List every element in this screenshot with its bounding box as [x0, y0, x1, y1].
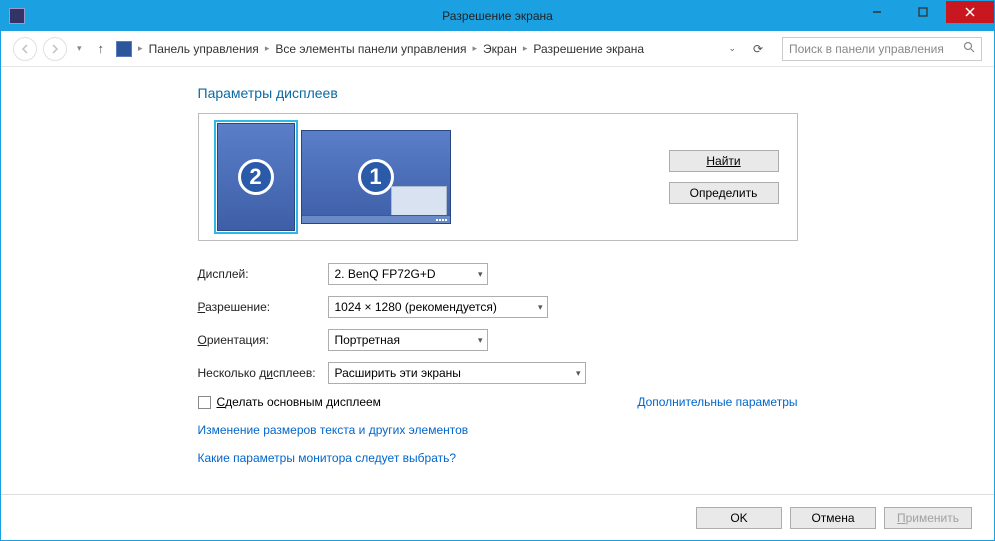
forward-button[interactable]	[43, 37, 67, 61]
display-label: Дисплей:	[198, 267, 328, 281]
minimize-button[interactable]	[854, 1, 900, 23]
cancel-button[interactable]: Отмена	[790, 507, 876, 529]
maximize-button[interactable]	[900, 1, 946, 23]
app-icon	[9, 8, 25, 24]
close-button[interactable]	[946, 1, 994, 23]
advanced-settings-link[interactable]: Дополнительные параметры	[637, 395, 797, 409]
chevron-down-icon: ▾	[538, 302, 543, 313]
breadcrumb-item[interactable]: Панель управления	[149, 42, 259, 56]
dialog-footer: OK Отмена Применить	[1, 494, 994, 540]
back-button[interactable]	[13, 37, 37, 61]
page-heading: Параметры дисплеев	[198, 85, 798, 101]
preview-buttons: Найти Определить	[669, 150, 779, 204]
breadcrumb-sep-icon: ▸	[523, 43, 528, 54]
toolbar: ▾ ↑ ▸ Панель управления ▸ Все элементы п…	[1, 31, 994, 67]
monitor-1[interactable]: 1	[301, 130, 451, 224]
taskbar-icon	[302, 215, 450, 223]
display-preview: 2 1 Найти Определить	[198, 113, 798, 241]
which-settings-link[interactable]: Какие параметры монитора следует выбрать…	[198, 451, 798, 465]
multi-display-select[interactable]: Расширить эти экраны ▾	[328, 362, 586, 384]
control-panel-icon	[116, 41, 132, 57]
make-primary-checkbox[interactable]	[198, 396, 211, 409]
breadcrumb: ▸ Панель управления ▸ Все элементы панел…	[116, 41, 714, 57]
chevron-down-icon: ▾	[576, 368, 581, 379]
resolution-value: 1024 × 1280 (рекомендуется)	[335, 300, 497, 314]
resolution-label: Разрешение:	[198, 300, 328, 314]
breadcrumb-sep-icon: ▸	[265, 43, 270, 54]
breadcrumb-sep-icon: ▸	[472, 43, 477, 54]
window-controls	[854, 1, 994, 31]
orientation-label: Ориентация:	[198, 333, 328, 347]
multi-display-label: Несколько дисплеев:	[198, 366, 328, 380]
chevron-down-icon: ▾	[478, 335, 483, 346]
window-title: Разрешение экрана	[442, 9, 553, 23]
display-select[interactable]: 2. BenQ FP72G+D ▾	[328, 263, 488, 285]
address-dropdown-icon[interactable]: ⌄	[728, 43, 736, 54]
breadcrumb-item[interactable]: Экран	[483, 42, 517, 56]
search-input[interactable]: Поиск в панели управления	[782, 37, 982, 61]
history-dropdown-icon[interactable]: ▾	[77, 43, 82, 54]
monitor-number: 1	[358, 159, 394, 195]
search-placeholder: Поиск в панели управления	[789, 42, 944, 56]
multi-display-value: Расширить эти экраны	[335, 366, 461, 380]
resolution-select[interactable]: 1024 × 1280 (рекомендуется) ▾	[328, 296, 548, 318]
monitors-group[interactable]: 2 1	[217, 123, 451, 231]
chevron-down-icon: ▾	[478, 269, 483, 280]
text-size-link[interactable]: Изменение размеров текста и других элеме…	[198, 423, 798, 437]
breadcrumb-item[interactable]: Все элементы панели управления	[275, 42, 466, 56]
apply-button[interactable]: Применить	[884, 507, 972, 529]
orientation-value: Портретная	[335, 333, 400, 347]
identify-button[interactable]: Определить	[669, 182, 779, 204]
window-frame: Разрешение экрана ▾ ↑ ▸ Панель управлени…	[0, 0, 995, 541]
refresh-button[interactable]: ⟳	[750, 42, 766, 56]
breadcrumb-item[interactable]: Разрешение экрана	[533, 42, 644, 56]
up-button[interactable]: ↑	[98, 41, 105, 56]
titlebar[interactable]: Разрешение экрана	[1, 1, 994, 31]
make-primary-label: Сделать основным дисплеем	[217, 395, 381, 409]
search-icon	[963, 41, 975, 56]
monitor-2[interactable]: 2	[217, 123, 295, 231]
content-area: Параметры дисплеев 2 1 Найти	[1, 67, 994, 494]
monitor-number: 2	[238, 159, 274, 195]
orientation-select[interactable]: Портретная ▾	[328, 329, 488, 351]
detect-button[interactable]: Найти	[669, 150, 779, 172]
ok-button[interactable]: OK	[696, 507, 782, 529]
breadcrumb-sep-icon: ▸	[138, 43, 143, 54]
display-value: 2. BenQ FP72G+D	[335, 267, 436, 281]
